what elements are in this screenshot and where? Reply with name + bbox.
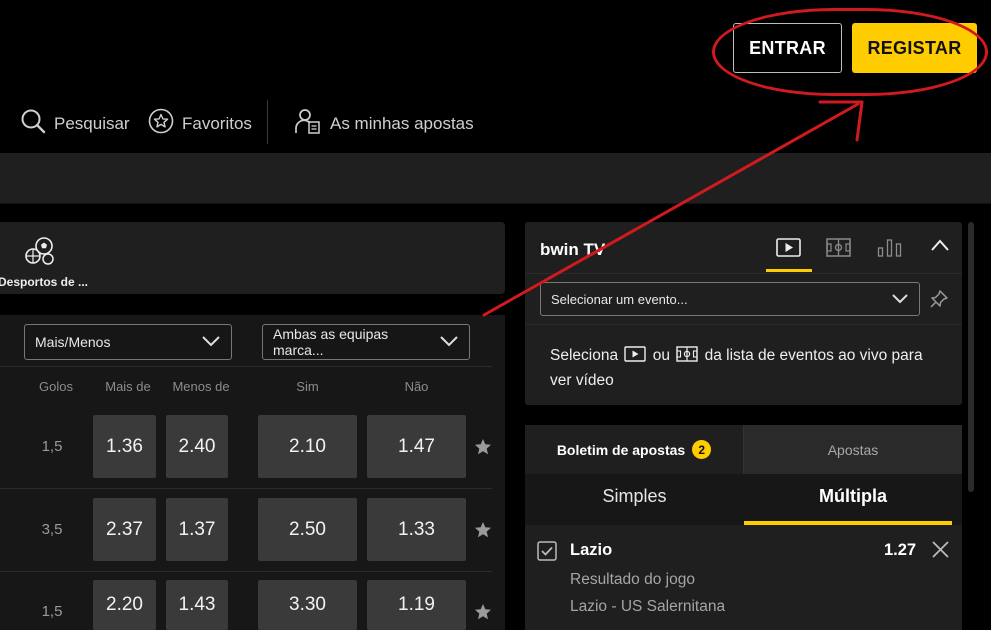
chevron-up-icon[interactable] <box>930 238 950 257</box>
mode-single-tab[interactable]: Simples <box>525 486 744 507</box>
market-select-both-teams-score-value: Ambas as equipas marca... <box>273 326 389 358</box>
tab-bets[interactable]: Apostas <box>744 425 962 474</box>
mode-multiple-tab[interactable]: Múltipla <box>744 486 962 507</box>
column-header-under: Menos de <box>172 379 230 394</box>
play-video-icon <box>624 346 647 369</box>
odds-button-yes[interactable]: 2.50 <box>258 498 357 561</box>
nav-divider <box>267 100 268 144</box>
mode-active-indicator <box>744 521 952 525</box>
tv-message-part3: da lista de eventos ao vivo para <box>704 347 923 364</box>
nav-my-bets-label: As minhas apostas <box>330 113 474 133</box>
divider <box>0 571 492 572</box>
column-header-over: Mais de <box>105 379 151 394</box>
odds-button-over[interactable]: 2.37 <box>93 498 156 561</box>
tab-betslip[interactable]: Boletim de apostas 2 <box>525 425 744 474</box>
odds-button-no[interactable]: 1.47 <box>367 415 466 478</box>
scrollbar[interactable] <box>968 222 974 492</box>
column-header-goals: Golos <box>39 379 73 394</box>
tv-message-part4: ver vídeo <box>550 372 614 389</box>
odds-button-under[interactable]: 1.43 <box>166 580 228 630</box>
tv-tab-active-indicator <box>766 269 812 272</box>
pin-icon[interactable] <box>929 289 949 314</box>
selection-event: Lazio - US Salernitana <box>570 598 726 615</box>
betslip-count-badge: 2 <box>692 440 712 459</box>
tab-betslip-label: Boletim de apostas <box>556 441 686 458</box>
favorite-star-icon[interactable] <box>474 603 492 626</box>
close-icon[interactable] <box>931 540 950 564</box>
column-header-no: Não <box>404 379 429 394</box>
my-bets-icon <box>294 107 322 140</box>
nav-search[interactable]: Pesquisar <box>20 108 130 139</box>
selection-team: Lazio <box>570 541 613 559</box>
chevron-down-icon <box>201 334 221 350</box>
nav-favorites[interactable]: Favoritos <box>148 108 252 139</box>
divider <box>525 324 962 325</box>
stats-icon[interactable] <box>877 238 902 262</box>
field-view-icon <box>676 346 698 369</box>
tv-message-part2: ou <box>652 347 670 364</box>
sub-navigation-bar <box>0 153 991 204</box>
selection-odds: 1.27 <box>884 541 917 559</box>
chevron-down-icon <box>439 334 459 350</box>
play-video-icon[interactable] <box>776 238 801 262</box>
row-goals-value: 3,5 <box>41 521 63 538</box>
favorite-star-icon[interactable] <box>474 438 492 461</box>
market-select-over-under-value: Mais/Menos <box>35 334 111 350</box>
selection-checkbox[interactable] <box>537 541 557 566</box>
odds-button-over[interactable]: 1.36 <box>93 415 156 478</box>
sports-icon[interactable] <box>24 236 56 271</box>
tv-event-select-value: Selecionar um evento... <box>551 291 688 307</box>
star-icon <box>148 108 174 139</box>
odds-button-yes[interactable]: 3.30 <box>258 580 357 630</box>
sports-label[interactable]: Desportos de ... <box>0 275 88 289</box>
divider <box>0 366 492 367</box>
chevron-down-icon <box>891 291 909 307</box>
divider <box>0 488 492 489</box>
odds-button-under[interactable]: 1.37 <box>166 498 228 561</box>
market-select-over-under[interactable]: Mais/Menos <box>24 324 232 360</box>
nav-favorites-label: Favoritos <box>182 113 252 133</box>
selection-market: Resultado do jogo <box>570 571 695 588</box>
market-select-both-teams-score[interactable]: Ambas as equipas marca... <box>262 324 470 360</box>
row-goals-value: 1,5 <box>41 438 63 455</box>
search-icon <box>20 108 46 139</box>
odds-button-no[interactable]: 1.19 <box>367 580 466 630</box>
tv-title: bwin TV <box>540 240 606 259</box>
divider <box>525 273 962 274</box>
odds-button-yes[interactable]: 2.10 <box>258 415 357 478</box>
odds-button-no[interactable]: 1.33 <box>367 498 466 561</box>
annotation-ellipse <box>712 8 988 96</box>
odds-button-under[interactable]: 2.40 <box>166 415 228 478</box>
row-goals-value: 1,5 <box>41 603 63 620</box>
tv-message: Seleciona ou da lista de eventos ao vivo… <box>550 344 940 392</box>
odds-button-over[interactable]: 2.20 <box>93 580 156 630</box>
tv-message-part1: Seleciona <box>550 347 619 364</box>
favorite-star-icon[interactable] <box>474 521 492 544</box>
field-view-icon[interactable] <box>826 238 851 262</box>
tv-event-select[interactable]: Selecionar um evento... <box>540 282 920 316</box>
column-header-yes: Sim <box>296 379 319 394</box>
nav-search-label: Pesquisar <box>54 113 130 133</box>
nav-my-bets[interactable]: As minhas apostas <box>294 107 474 140</box>
